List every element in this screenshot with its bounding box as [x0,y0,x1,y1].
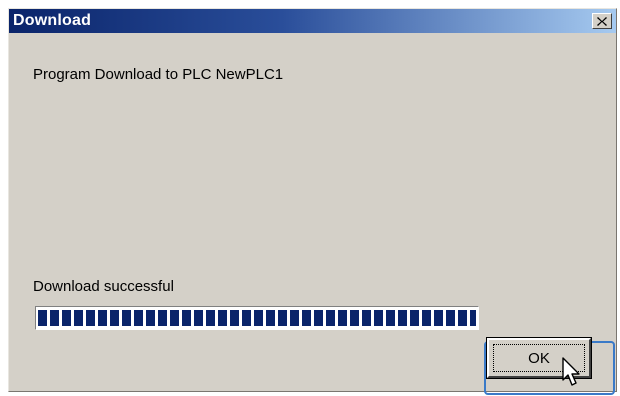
program-download-label: Program Download to PLC NewPLC1 [33,66,284,83]
title-bar[interactable]: Download [9,9,616,33]
close-button[interactable] [592,13,612,29]
status-label: Download successful [33,278,174,295]
download-dialog: Download Program Download to PLC NewPLC1… [8,8,617,395]
close-icon [597,16,607,26]
progress-fill [38,310,476,326]
mouse-pointer-icon [562,357,580,386]
progress-bar [35,306,479,330]
window-title: Download [13,12,92,29]
